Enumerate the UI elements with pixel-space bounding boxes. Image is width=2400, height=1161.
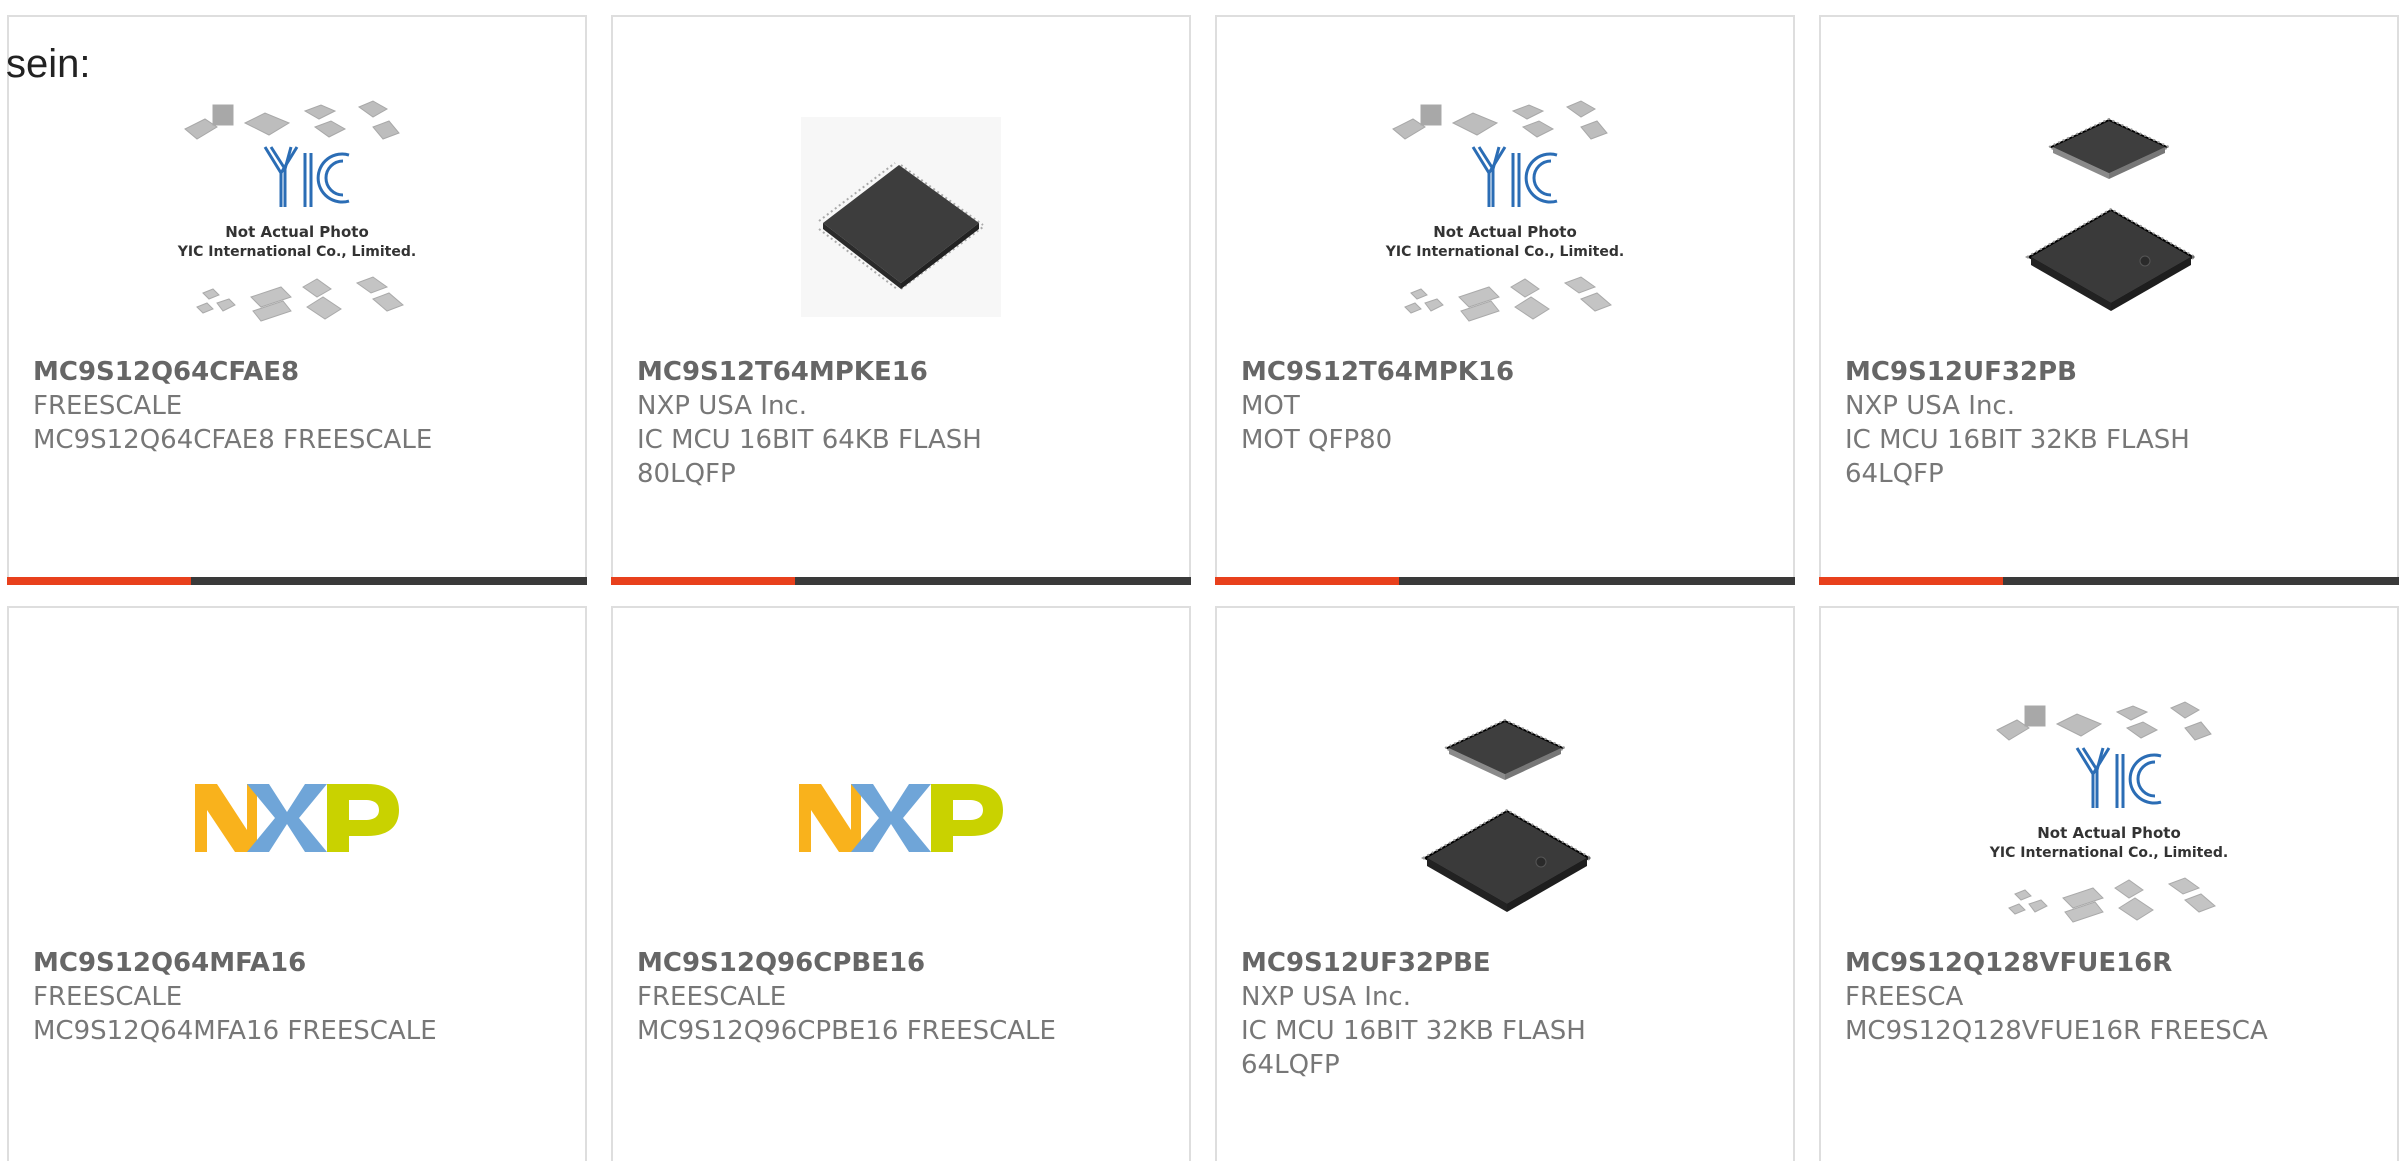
product-card[interactable]: Not Actual Photo YIC International Co., … [1819, 606, 2399, 1161]
product-part-number-link[interactable]: MC9S12Q128VFUE16R [1845, 946, 2377, 980]
product-description: IC MCU 16BIT 32KB FLASH 64LQFP [1241, 1016, 1586, 1080]
card-accent-bar [1215, 577, 1399, 585]
product-part-number-link[interactable]: MC9S12UF32PBE [1241, 946, 1773, 980]
placeholder-caption-1: Not Actual Photo [1433, 223, 1577, 241]
product-info: MC9S12UF32PB NXP USA Inc. IC MCU 16BIT 32K… [1845, 355, 2377, 491]
product-image[interactable]: Not Actual Photo YIC International Co., … [9, 87, 585, 347]
product-card[interactable]: MC9S12UF32PB NXP USA Inc. IC MCU 16BIT 32K… [1819, 15, 2399, 585]
product-part-number-link[interactable]: MC9S12Q64CFAE8 [33, 355, 565, 389]
product-card[interactable]: Not Actual Photo YIC International Co., … [1215, 15, 1795, 585]
product-description: MC9S12Q96CPBE16 FREESCALE [637, 1016, 1056, 1046]
product-part-number-link[interactable]: MC9S12T64MPK16 [1241, 355, 1773, 389]
placeholder-caption-2: YIC International Co., Limited. [177, 244, 416, 260]
card-accent-bar [7, 577, 191, 585]
yic-placeholder-image: Not Actual Photo YIC International Co., … [177, 100, 416, 322]
qfp-chip-image [801, 117, 1001, 317]
product-description: MOT QFP80 [1241, 425, 1393, 455]
qfp-chip-pair-image [1420, 718, 1594, 912]
product-card[interactable]: MC9S12Q96CPBE16 FREESCALE MC9S12Q96CPBE16 … [611, 606, 1191, 1161]
product-manufacturer: FREESCALE [33, 391, 183, 421]
product-info: MC9S12Q64CFAE8 FREESCALE MC9S12Q64CFAE8 FR… [33, 355, 565, 457]
product-card[interactable]: MC9S12Q64MFA16 FREESCALE MC9S12Q64MFA16 FR… [7, 606, 587, 1161]
nxp-logo-icon [799, 784, 1003, 852]
product-image[interactable] [9, 688, 585, 948]
nxp-logo-icon [195, 784, 399, 852]
card-accent-bar [1819, 577, 2003, 585]
product-image[interactable] [613, 688, 1189, 948]
product-info: MC9S12T64MPK16 MOT MOT QFP80 [1241, 355, 1773, 457]
product-image[interactable]: Not Actual Photo YIC International Co., … [1821, 688, 2397, 948]
product-description: IC MCU 16BIT 32KB FLASH 64LQFP [1845, 425, 2190, 489]
product-manufacturer: FREESCALE [637, 982, 787, 1012]
card-bottom-bar [1215, 577, 1795, 585]
product-info: MC9S12Q96CPBE16 FREESCALE MC9S12Q96CPBE16 … [637, 946, 1169, 1048]
product-image[interactable] [1821, 87, 2397, 347]
product-manufacturer: NXP USA Inc. [1241, 982, 1411, 1012]
product-manufacturer: NXP USA Inc. [637, 391, 807, 421]
card-bottom-bar [1819, 577, 2399, 585]
product-description: MC9S12Q64MFA16 FREESCALE [33, 1016, 437, 1046]
product-card[interactable]: MC9S12UF32PBE NXP USA Inc. IC MCU 16BIT 32… [1215, 606, 1795, 1161]
product-description: MC9S12Q64CFAE8 FREESCALE [33, 425, 433, 455]
product-info: MC9S12Q128VFUE16R FREESCA MC9S12Q128VFUE16… [1845, 946, 2377, 1048]
placeholder-caption-2: YIC International Co., Limited. [1385, 244, 1624, 260]
product-part-number-link[interactable]: MC9S12Q64MFA16 [33, 946, 565, 980]
card-accent-bar [611, 577, 795, 585]
lead-text: sein: [6, 42, 91, 86]
product-description: IC MCU 16BIT 64KB FLASH 80LQFP [637, 425, 982, 489]
product-grid: Not Actual Photo YIC International Co., … [7, 15, 2400, 1161]
placeholder-caption-1: Not Actual Photo [2037, 824, 2181, 842]
card-bottom-bar [611, 577, 1191, 585]
product-part-number-link[interactable]: MC9S12T64MPKE16 [637, 355, 1169, 389]
product-manufacturer: MOT [1241, 391, 1300, 421]
product-info: MC9S12Q64MFA16 FREESCALE MC9S12Q64MFA16 FR… [33, 946, 565, 1048]
product-part-number-link[interactable]: MC9S12UF32PB [1845, 355, 2377, 389]
product-part-number-link[interactable]: MC9S12Q96CPBE16 [637, 946, 1169, 980]
product-info: MC9S12UF32PBE NXP USA Inc. IC MCU 16BIT 32… [1241, 946, 1773, 1082]
product-card[interactable]: MC9S12T64MPKE16 NXP USA Inc. IC MCU 16BIT … [611, 15, 1191, 585]
product-card[interactable]: Not Actual Photo YIC International Co., … [7, 15, 587, 585]
yic-placeholder-image: Not Actual Photo YIC International Co., … [1989, 701, 2228, 923]
product-image[interactable]: Not Actual Photo YIC International Co., … [1217, 87, 1793, 347]
product-manufacturer: NXP USA Inc. [1845, 391, 2015, 421]
card-bottom-bar [7, 577, 587, 585]
product-grid-page: sein: Not Actual Photo YIC International… [0, 0, 2400, 1161]
placeholder-caption-1: Not Actual Photo [225, 223, 369, 241]
product-manufacturer: FREESCALE [33, 982, 183, 1012]
yic-placeholder-image: Not Actual Photo YIC International Co., … [1385, 100, 1624, 322]
product-image[interactable] [613, 87, 1189, 347]
product-image[interactable] [1217, 688, 1793, 948]
placeholder-caption-2: YIC International Co., Limited. [1989, 845, 2228, 861]
product-description: MC9S12Q128VFUE16R FREESCA [1845, 1016, 2268, 1046]
qfp-chip-pair-image [2024, 117, 2198, 311]
product-manufacturer: FREESCA [1845, 982, 1964, 1012]
product-info: MC9S12T64MPKE16 NXP USA Inc. IC MCU 16BIT … [637, 355, 1169, 491]
